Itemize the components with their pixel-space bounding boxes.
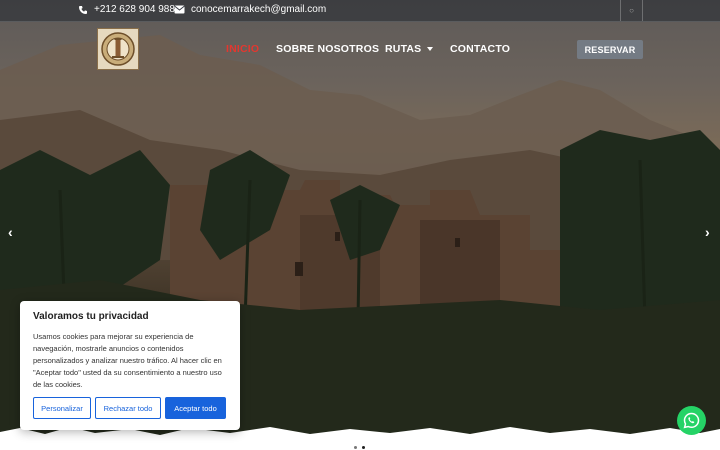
caret-down-icon: [427, 47, 434, 52]
nav-item-inicio[interactable]: INICIO: [226, 43, 259, 55]
chevron-left-icon[interactable]: ‹: [8, 224, 13, 240]
nav-item-rutas[interactable]: RUTAS: [385, 43, 434, 55]
social-icon-slot[interactable]: ○: [620, 0, 643, 21]
logo-emblem-icon: [101, 32, 135, 66]
phone-icon: [79, 5, 87, 14]
phone-number: +212 628 904 988: [94, 4, 175, 15]
whatsapp-button[interactable]: [677, 406, 706, 435]
reject-all-button[interactable]: Rechazar todo: [95, 397, 161, 419]
chevron-right-icon[interactable]: ›: [705, 224, 710, 240]
cookie-title: Valoramos tu privacidad: [33, 311, 149, 322]
email-contact[interactable]: conocemarrakech@gmail.com: [174, 4, 326, 15]
slider-pagination: [354, 446, 365, 449]
nav-item-contacto[interactable]: CONTACTO: [450, 43, 510, 55]
cookie-consent-banner: Valoramos tu privacidad Usamos cookies p…: [20, 301, 240, 430]
cookie-text: Usamos cookies para mejorar su experienc…: [33, 332, 222, 389]
reserve-button[interactable]: RESERVAR: [577, 40, 643, 59]
nav-item-sobre-nosotros[interactable]: SOBRE NOSOTROS: [276, 43, 379, 55]
nav-item-rutas-label: RUTAS: [385, 43, 422, 55]
cookie-button-group: Personalizar Rechazar todo Aceptar todo: [33, 397, 226, 419]
top-contact-bar: +212 628 904 988 conocemarrakech@gmail.c…: [0, 0, 720, 22]
phone-contact[interactable]: +212 628 904 988: [78, 4, 175, 15]
accept-all-button[interactable]: Aceptar todo: [165, 397, 226, 419]
slider-dot-2[interactable]: [362, 446, 365, 449]
site-logo[interactable]: [97, 28, 139, 70]
email-address: conocemarrakech@gmail.com: [191, 4, 327, 15]
customize-button[interactable]: Personalizar: [33, 397, 91, 419]
whatsapp-icon: [683, 412, 700, 429]
envelope-icon: [174, 5, 185, 14]
social-icon: ○: [629, 6, 634, 15]
slider-dot-1[interactable]: [354, 446, 357, 449]
